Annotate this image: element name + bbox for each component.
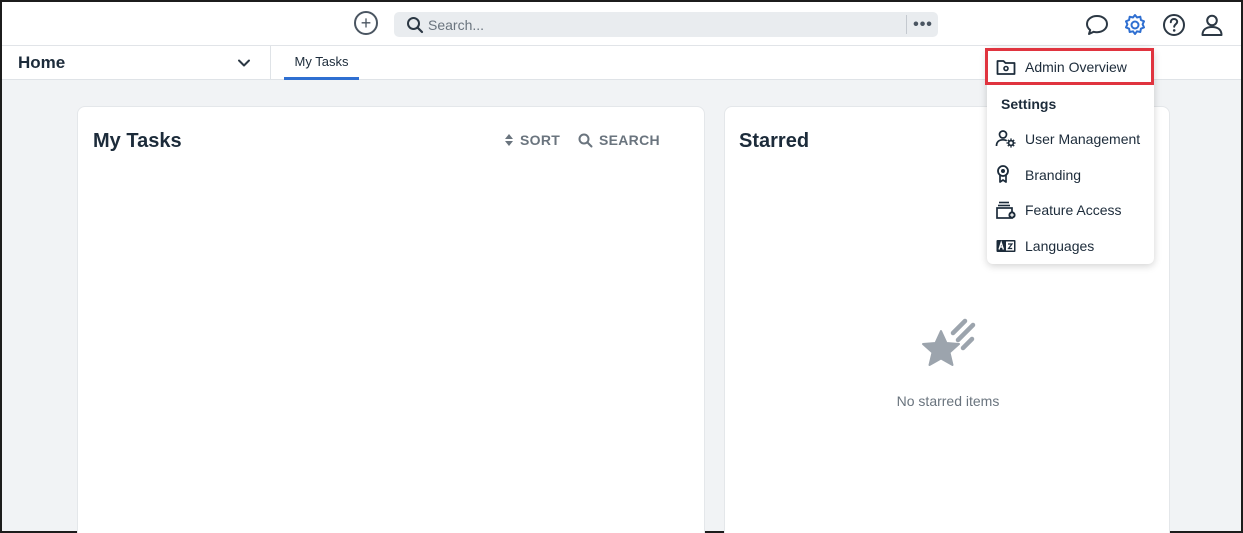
menu-item-languages[interactable]: Languages	[987, 230, 1154, 262]
search-label: SEARCH	[599, 132, 660, 148]
shooting-star-icon	[922, 318, 976, 366]
nav-divider	[270, 46, 271, 80]
feature-access-icon	[996, 201, 1016, 219]
task-search-button[interactable]: SEARCH	[578, 132, 660, 148]
my-tasks-card: My Tasks SORT SEARCH	[77, 106, 705, 533]
my-tasks-title: My Tasks	[93, 130, 182, 152]
help-icon[interactable]	[1161, 12, 1187, 38]
search-input[interactable]	[428, 12, 898, 37]
search-icon	[578, 133, 593, 147]
menu-item-branding[interactable]: Branding	[987, 159, 1154, 191]
more-options-button[interactable]: •••	[910, 12, 936, 37]
global-search: •••	[394, 12, 938, 37]
page-title: Home	[18, 53, 66, 72]
menu-item-user-management[interactable]: User Management	[987, 123, 1154, 155]
search-divider	[906, 15, 907, 34]
sort-icon	[505, 134, 513, 146]
language-icon	[996, 240, 1016, 252]
gear-icon[interactable]	[1122, 12, 1148, 38]
menu-item-label: Languages	[1025, 238, 1095, 254]
menu-item-label: User Management	[1025, 131, 1141, 147]
menu-item-label: Branding	[1025, 167, 1082, 183]
starred-title: Starred	[739, 130, 810, 152]
chevron-down-icon[interactable]	[236, 55, 252, 71]
settings-section-title: Settings	[1001, 96, 1057, 112]
sort-button[interactable]: SORT	[504, 132, 560, 148]
badge-icon	[997, 165, 1009, 183]
empty-state-text: No starred items	[896, 393, 1000, 409]
search-icon	[407, 17, 424, 34]
menu-item-feature-access[interactable]: Feature Access	[987, 194, 1154, 226]
chat-icon[interactable]	[1084, 12, 1110, 38]
menu-item-label: Admin Overview	[1025, 59, 1127, 75]
sort-label: SORT	[520, 132, 561, 148]
settings-dropdown: Admin Overview Settings User Management …	[985, 48, 1154, 264]
folder-gear-icon	[996, 60, 1016, 75]
top-bar: + •••	[2, 2, 1241, 46]
plus-circle-icon[interactable]: +	[354, 11, 378, 35]
user-gear-icon	[995, 130, 1016, 148]
menu-item-admin-overview[interactable]: Admin Overview	[987, 51, 1154, 83]
user-icon[interactable]	[1199, 12, 1225, 38]
tab-my-tasks[interactable]: My Tasks	[284, 46, 359, 80]
menu-item-label: Feature Access	[1025, 202, 1122, 218]
